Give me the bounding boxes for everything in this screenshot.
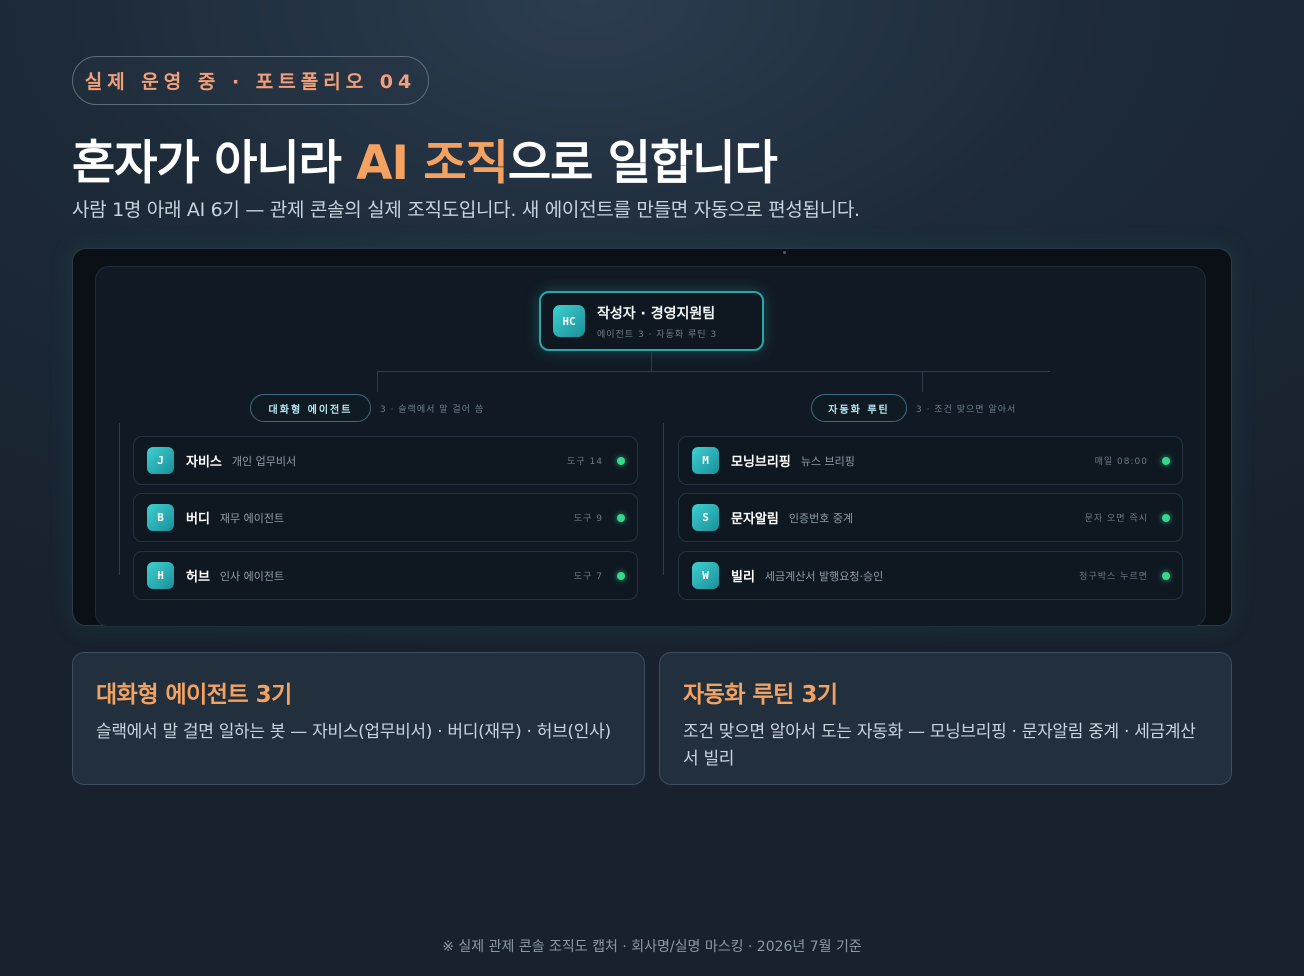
routine-avatar: M	[692, 447, 719, 474]
agent-avatar: H	[147, 562, 174, 589]
routine-name: 문자알림	[731, 512, 779, 527]
connector-right-down	[922, 371, 923, 392]
summary-box-chat-agents: 대화형 에이전트 3기 슬랙에서 말 걸면 일하는 봇 — 자비스(업무비서) …	[72, 652, 645, 785]
agent-avatar: J	[147, 447, 174, 474]
agent-name: 허브	[186, 570, 210, 585]
footnote: ※ 실제 관제 콘솔 조직도 캡처 · 회사명/실명 마스킹 · 2026년 7…	[442, 939, 862, 955]
routine-role: 세금계산서 발행요청·승인	[764, 569, 884, 583]
status-online-icon	[1162, 456, 1170, 465]
headline-part-1: 혼자가 아니라	[72, 136, 357, 191]
agent-name: 자비스	[186, 455, 222, 470]
org-chart-console: HC 작성자 · 경영지원팀 에이전트 3 · 자동화 루틴 3 대화형 에이전…	[95, 266, 1206, 627]
status-badge: 실제 운영 중 · 포트폴리오 04	[72, 56, 429, 105]
agent-tool-count: 도구 14	[567, 457, 603, 467]
org-root-node[interactable]: HC 작성자 · 경영지원팀 에이전트 3 · 자동화 루틴 3	[539, 291, 764, 351]
summary-box-automation: 자동화 루틴 3기 조건 맞으면 알아서 도는 자동화 — 모닝브리핑 · 문자…	[659, 652, 1232, 785]
agent-role: 인사 에이전트	[219, 569, 285, 583]
status-online-icon	[1162, 571, 1170, 580]
routine-card-sms-alert[interactable]: S 문자알림 인증번호 중계 문자 오면 즉시	[678, 493, 1183, 542]
headline-part-2: 으로 일합니다	[507, 136, 778, 191]
agent-role: 개인 업무비서	[231, 454, 297, 468]
root-subtitle: 에이전트 3 · 자동화 루틴 3	[597, 329, 718, 340]
routine-card-billy[interactable]: W 빌리 세금계산서 발행요청·승인 청구박스 누르면	[678, 551, 1183, 600]
routine-role: 뉴스 브리핑	[800, 454, 855, 468]
status-online-icon	[617, 456, 625, 465]
routine-avatar: S	[692, 504, 719, 531]
console-screenshot-frame: HC 작성자 · 경영지원팀 에이전트 3 · 자동화 루틴 3 대화형 에이전…	[72, 248, 1232, 627]
agent-tool-count: 도구 7	[573, 572, 603, 582]
connector-left-branch	[119, 423, 120, 575]
summary-title: 대화형 에이전트 3기	[96, 682, 292, 708]
connector-right-branch	[663, 423, 664, 575]
status-online-icon	[1162, 513, 1170, 522]
agent-card-hub[interactable]: H 허브 인사 에이전트 도구 7	[133, 551, 638, 600]
agent-card-buddy[interactable]: B 버디 재무 에이전트 도구 9	[133, 493, 638, 542]
status-online-icon	[617, 513, 625, 522]
routine-name: 모닝브리핑	[731, 455, 791, 470]
root-title: 작성자 · 경영지원팀	[597, 305, 716, 322]
agent-tool-count: 도구 9	[573, 514, 603, 524]
routine-avatar: W	[692, 562, 719, 589]
frame-camera-dot	[783, 251, 786, 254]
page-title: 혼자가 아니라 AI 조직으로 일합니다	[72, 124, 778, 193]
summary-body: 슬랙에서 말 걸면 일하는 봇 — 자비스(업무비서) · 버디(재무) · 허…	[96, 722, 611, 742]
group-pill-chat-agents[interactable]: 대화형 에이전트	[250, 394, 371, 422]
summary-title: 자동화 루틴 3기	[683, 682, 838, 708]
routine-trigger: 매일 08:00	[1094, 457, 1148, 467]
connector-root-down	[651, 352, 652, 372]
agent-name: 버디	[186, 512, 210, 527]
routine-trigger: 청구박스 누르면	[1079, 572, 1148, 582]
connector-left-down	[377, 371, 378, 392]
group-note-chat-agents: 3 · 슬랙에서 말 걸어 씀	[380, 405, 485, 415]
headline-accent: AI 조직	[356, 136, 509, 191]
routine-name: 빌리	[731, 570, 755, 585]
connector-horizontal	[377, 371, 1050, 372]
page-subtitle: 사람 1명 아래 AI 6기 — 관제 콘솔의 실제 조직도입니다. 새 에이전…	[72, 199, 860, 221]
routine-trigger: 문자 오면 즉시	[1084, 514, 1148, 524]
group-note-automation: 3 · 조건 맞으면 알아서	[916, 405, 1017, 415]
routine-card-morning-briefing[interactable]: M 모닝브리핑 뉴스 브리핑 매일 08:00	[678, 436, 1183, 485]
agent-card-jarvis[interactable]: J 자비스 개인 업무비서 도구 14	[133, 436, 638, 485]
summary-body: 조건 맞으면 알아서 도는 자동화 — 모닝브리핑 · 문자알림 중계 · 세금…	[683, 722, 1196, 769]
agent-avatar: B	[147, 504, 174, 531]
agent-role: 재무 에이전트	[219, 511, 285, 525]
status-online-icon	[617, 571, 625, 580]
routine-role: 인증번호 중계	[788, 511, 854, 525]
root-avatar: HC	[553, 305, 585, 337]
group-pill-automation[interactable]: 자동화 루틴	[811, 394, 907, 422]
